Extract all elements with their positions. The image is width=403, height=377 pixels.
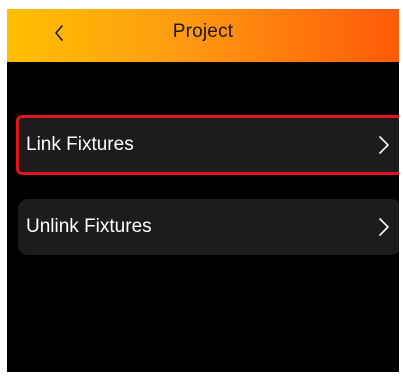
app-screen: Project Link Fixtures Unlink Fixtures	[7, 9, 399, 372]
unlink-fixtures-item[interactable]: Unlink Fixtures	[18, 199, 399, 255]
unlink-fixtures-label: Unlink Fixtures	[26, 216, 152, 237]
link-fixtures-label: Link Fixtures	[26, 134, 134, 155]
header-bar: Project	[7, 9, 399, 62]
link-fixtures-item[interactable]: Link Fixtures	[16, 115, 399, 175]
page-title: Project	[172, 21, 234, 42]
chevron-right-icon	[379, 218, 389, 236]
chevron-right-icon	[379, 136, 389, 154]
